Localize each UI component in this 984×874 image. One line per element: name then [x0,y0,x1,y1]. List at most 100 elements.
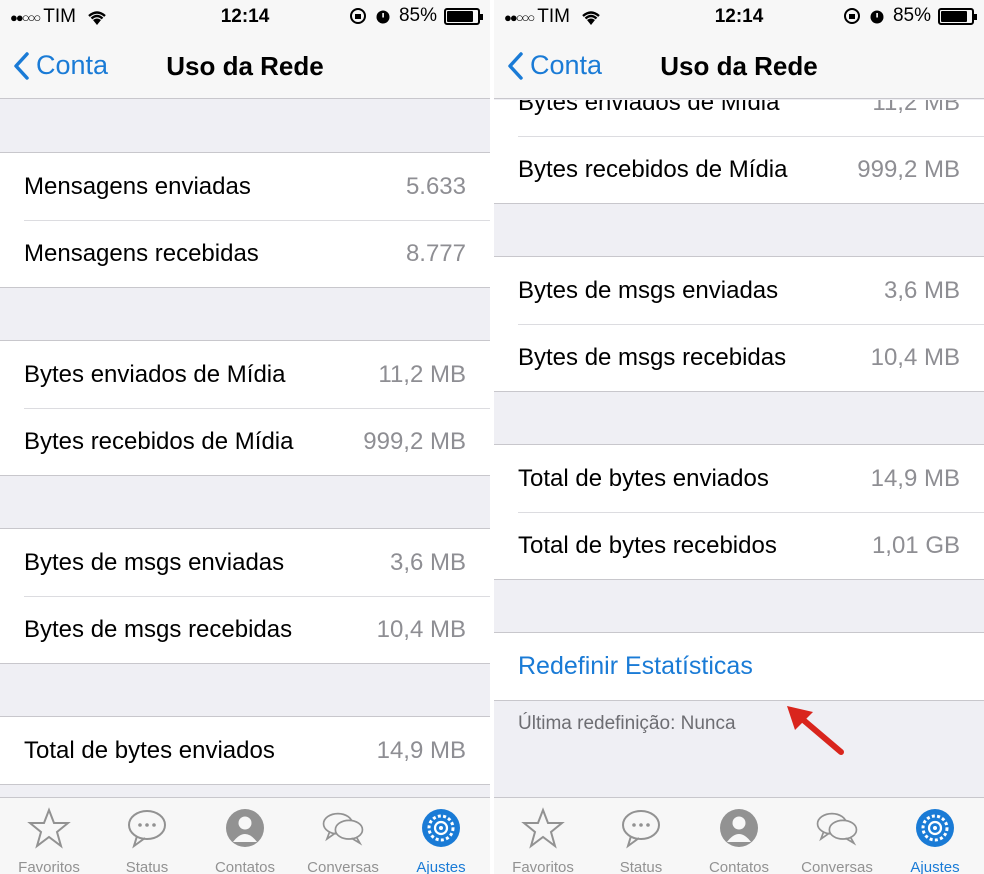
last-reset-note: Última redefinição: Nunca [518,713,736,734]
stat-label: Mensagens enviadas [24,172,251,200]
settings-group: Total de bytes enviados 14,9 MB [0,716,490,785]
chat-bubble-icon [125,806,169,855]
stat-value: 1,01 GB [871,531,960,559]
stat-row: Bytes de msgs enviadas 3,6 MB [0,529,490,596]
stat-label: Total de bytes enviados [518,464,769,492]
settings-group: Bytes enviados de Mídia 11,2 MB Bytes rece… [494,100,984,204]
tab-label: Ajustes [416,859,466,874]
nav-bar: Conta Uso da Rede [0,34,490,99]
stat-row: Bytes enviados de Mídia 11,2 MB [0,341,490,408]
stat-label: Mensagens recebidas [24,239,259,267]
tab-label: Favoritos [18,859,80,874]
settings-group: Redefinir Estatísticas [494,632,984,701]
rotation-lock-icon [843,8,860,24]
stat-value: 999,2 MB [857,155,960,183]
tab-contatos[interactable]: Contatos [196,798,294,874]
page-title: Uso da Rede [166,51,324,81]
stat-label: Bytes de msgs enviadas [24,548,285,576]
status-bar: ●●○○○ TIM 12:14 85% [494,0,984,34]
chat-bubbles-icon [815,806,859,855]
reset-statistics-button[interactable]: Redefinir Estatísticas [518,652,753,681]
tab-label: Status [619,859,663,874]
tab-bar: Favoritos Status Contatos Conversas Ajustes [0,797,490,874]
stat-label: Bytes de msgs recebidas [24,615,293,643]
content-area[interactable]: Mensagens enviadas 5.633 Mensagens recebid… [0,100,490,797]
tab-label: Conversas [801,859,873,874]
stat-row: Mensagens recebidas 8.777 [0,220,490,287]
tab-label: Favoritos [512,859,574,874]
stat-value: 11,2 MB [872,100,960,116]
stat-label: Bytes recebidos de Mídia [24,427,294,455]
section-gap [0,664,490,716]
content-area[interactable]: Bytes enviados de Mídia 11,2 MB Bytes rece… [494,100,984,797]
stat-label: Bytes de msgs recebidas [518,343,787,371]
stat-label: Total de bytes recebidos [518,531,777,559]
stat-row: Bytes recebidos de Mídia 999,2 MB [494,136,984,203]
settings-group: Bytes de msgs enviadas 3,6 MB Bytes de msg… [494,256,984,392]
nav-bar: Conta Uso da Rede [494,34,984,99]
section-gap [0,288,490,340]
settings-list: Bytes enviados de Mídia 11,2 MB Bytes rece… [494,100,984,747]
tab-favoritos[interactable]: Favoritos [494,798,592,874]
stat-row: Bytes de msgs recebidas 10,4 MB [0,596,490,663]
gear-icon [913,806,957,855]
right-screen: ●●○○○ TIM 12:14 85% Conta Uso da Rede By… [494,0,984,874]
section-gap [0,100,490,152]
battery-percent: 85% [398,5,437,26]
settings-group: Bytes enviados de Mídia 11,2 MB Bytes rece… [0,340,490,476]
battery-icon [444,7,483,25]
section-gap [0,476,490,528]
tab-status[interactable]: Status [98,798,196,874]
stat-row: Bytes de msgs enviadas 3,6 MB [494,257,984,324]
settings-group: Total de bytes enviados 14,9 MB Total de b… [494,444,984,580]
stat-row: Bytes enviados de Mídia 11,2 MB [494,100,984,136]
tab-conversas[interactable]: Conversas [294,798,392,874]
stat-row: Total de bytes recebidos 1,01 GB [494,512,984,579]
stat-row: Bytes de msgs recebidas 10,4 MB [494,324,984,391]
tab-ajustes[interactable]: Ajustes [886,798,984,874]
section-gap [494,392,984,444]
stat-label: Total de bytes enviados [24,736,275,764]
battery-icon [938,7,977,25]
tab-ajustes[interactable]: Ajustes [392,798,490,874]
star-icon [27,806,71,855]
page-title: Uso da Rede [660,51,818,81]
stat-value: 3,6 MB [389,548,466,576]
tab-label: Ajustes [910,859,960,874]
person-icon [223,806,267,855]
stat-value: 10,4 MB [870,343,960,371]
status-bar: ●●○○○ TIM 12:14 85% [0,0,490,34]
left-screen: ●●○○○ TIM 12:14 85% Conta Uso da Rede Me… [0,0,490,874]
alarm-icon [870,10,884,24]
stat-row: Mensagens enviadas 5.633 [0,153,490,220]
stat-value: 999,2 MB [363,427,466,455]
tab-bar: Favoritos Status Contatos Conversas Ajustes [494,797,984,874]
tab-status[interactable]: Status [592,798,690,874]
reset-statistics-row[interactable]: Redefinir Estatísticas [494,633,984,700]
stat-label: Bytes enviados de Mídia [24,360,286,388]
tab-label: Conversas [307,859,379,874]
star-icon [521,806,565,855]
stat-value: 14,9 MB [376,736,466,764]
stat-row: Total de bytes enviados 14,9 MB [494,445,984,512]
stat-label: Bytes de msgs enviadas [518,276,779,304]
section-gap [494,580,984,632]
rotation-lock-icon [349,8,366,24]
settings-list: Mensagens enviadas 5.633 Mensagens recebid… [0,100,490,785]
red-arrow-annotation [787,706,844,755]
tab-label: Status [125,859,169,874]
tab-favoritos[interactable]: Favoritos [0,798,98,874]
person-icon [717,806,761,855]
stat-value: 8.777 [405,239,466,267]
section-gap [494,204,984,256]
battery-percent: 85% [892,5,931,26]
stat-label: Bytes enviados de Mídia [518,100,780,116]
stat-label: Bytes recebidos de Mídia [518,155,788,183]
chat-bubble-icon [619,806,663,855]
settings-group: Bytes de msgs enviadas 3,6 MB Bytes de msg… [0,528,490,664]
tab-conversas[interactable]: Conversas [788,798,886,874]
gear-icon [419,806,463,855]
settings-group: Mensagens enviadas 5.633 Mensagens recebid… [0,152,490,288]
tab-contatos[interactable]: Contatos [690,798,788,874]
alarm-icon [376,10,390,24]
